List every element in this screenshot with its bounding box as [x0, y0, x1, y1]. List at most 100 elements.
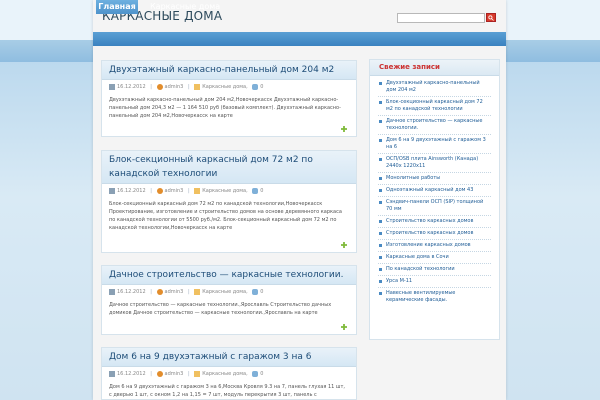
calendar-icon	[109, 187, 115, 194]
list-item: ОСП/OSB плита Ainsworth (Канада) 2440x 1…	[378, 154, 491, 173]
list-item: Строительство каркасных домов	[378, 228, 491, 240]
sidebar-recent-posts: Свежие записи Двухэтажный каркасно-панел…	[369, 59, 500, 340]
recent-post-link[interactable]: Двухэтажный каркасно-панельный дом 204 м…	[386, 80, 491, 94]
bullet-icon	[379, 139, 382, 142]
post-date: 16.12.2012	[109, 288, 146, 296]
post-author[interactable]: admin3	[156, 370, 183, 378]
recent-post-link[interactable]: ОСП/OSB плита Ainsworth (Канада) 2440x 1…	[386, 156, 491, 170]
bullet-icon	[379, 158, 382, 161]
bullet-icon	[379, 82, 382, 85]
post-title[interactable]: Дачное строительство — каркасные техноло…	[109, 268, 349, 282]
post-card: Блок-секционный каркасный дом 72 м2 по к…	[101, 150, 357, 253]
post-comments[interactable]: 0	[252, 288, 263, 296]
bullet-icon	[379, 189, 382, 192]
post-author[interactable]: admin3	[156, 187, 183, 195]
post-category[interactable]: Каркасные дома,	[194, 187, 248, 195]
comment-icon	[252, 187, 259, 194]
list-item: Блок-секционный каркасный дом 72 м2 по к…	[378, 97, 491, 116]
post-meta: 16.12.2012 | admin3 | Каркасные дома, 0	[102, 285, 356, 296]
post-date: 16.12.2012	[109, 187, 146, 195]
sidebar-heading: Свежие записи	[370, 60, 499, 76]
list-item: Двухэтажный каркасно-панельный дом 204 м…	[378, 78, 491, 97]
list-item: Одноэтажный каркасный дом 43	[378, 185, 491, 197]
post-header: Двухэтажный каркасно-панельный дом 204 м…	[102, 61, 356, 80]
recent-post-link[interactable]: Строительство каркасных домов	[386, 218, 491, 225]
post-excerpt: Дом 6 на 9 двухэтажный с гаражом 3 на 6,…	[109, 384, 345, 398]
post-meta: 16.12.2012 | admin3 | Каркасные дома, 0	[102, 80, 356, 91]
recent-post-link[interactable]: Блок-секционный каркасный дом 72 м2 по к…	[386, 99, 491, 113]
post-excerpt: Двухэтажный каркасно-панельный дом 204 м…	[109, 97, 341, 119]
post-category[interactable]: Каркасные дома,	[194, 370, 248, 378]
recent-post-link[interactable]: По канадской технологии	[386, 266, 491, 273]
folder-icon	[194, 187, 201, 194]
post-title[interactable]: Блок-секционный каркасный дом 72 м2 по к…	[109, 153, 349, 181]
recent-post-link[interactable]: Монолитные работы	[386, 175, 491, 182]
comment-icon	[252, 370, 259, 377]
post-category[interactable]: Каркасные дома,	[194, 83, 248, 91]
post-meta: 16.12.2012 | admin3 | Каркасные дома, 0	[102, 367, 356, 378]
list-item: Изготовление каркасных домов	[378, 240, 491, 252]
post-excerpt: Блок-секционный каркасный дом 72 м2 по к…	[109, 201, 342, 231]
post-date: 16.12.2012	[109, 83, 146, 91]
bullet-icon	[379, 244, 382, 247]
bullet-icon	[379, 177, 382, 180]
calendar-icon	[109, 83, 115, 90]
list-item: Дачное строительство — каркасные техноло…	[378, 116, 491, 135]
read-more-icon[interactable]	[341, 242, 347, 248]
user-icon	[156, 83, 163, 90]
post-comments[interactable]: 0	[252, 370, 263, 378]
list-item: Дом 6 на 9 двухэтажный с гаражом 3 на 6	[378, 135, 491, 154]
recent-post-link[interactable]: Строительство каркасных домов	[386, 230, 491, 237]
post-category[interactable]: Каркасные дома,	[194, 288, 248, 296]
recent-post-link[interactable]: Дачное строительство — каркасные техноло…	[386, 118, 491, 132]
folder-icon	[194, 370, 201, 377]
post-card: Дачное строительство — каркасные техноло…	[101, 265, 357, 335]
nav-item-frame-houses[interactable]: Каркасные дома	[150, 0, 220, 14]
recent-post-link[interactable]: Дом 6 на 9 двухэтажный с гаражом 3 на 6	[386, 137, 491, 151]
post-author[interactable]: admin3	[156, 288, 183, 296]
post-header: Дом 6 на 9 двухэтажный с гаражом 3 на 6	[102, 348, 356, 367]
folder-icon	[194, 83, 201, 90]
bullet-icon	[379, 101, 382, 104]
list-item: Урса М-11	[378, 276, 491, 288]
recent-post-link[interactable]: Сэндвич-панели ОСП (SIP) толщиной 70 мм	[386, 199, 491, 213]
list-item: Каркасные дома в Сочи	[378, 252, 491, 264]
read-more-icon[interactable]	[341, 126, 347, 132]
recent-post-link[interactable]: Одноэтажный каркасный дом 43	[386, 187, 491, 194]
post-title[interactable]: Двухэтажный каркасно-панельный дом 204 м…	[109, 63, 349, 77]
post-comments[interactable]: 0	[252, 83, 263, 91]
post-meta: 16.12.2012 | admin3 | Каркасные дома, 0	[102, 184, 356, 195]
list-item: Сэндвич-панели ОСП (SIP) толщиной 70 мм	[378, 197, 491, 216]
bullet-icon	[379, 256, 382, 259]
list-item: Строительство каркасных домов	[378, 216, 491, 228]
read-more-icon[interactable]	[341, 324, 347, 330]
recent-post-link[interactable]: Навесные вентилируемые керамические фаса…	[386, 290, 491, 304]
list-item: По канадской технологии	[378, 264, 491, 276]
calendar-icon	[109, 288, 115, 295]
list-item: Навесные вентилируемые керамические фаса…	[378, 288, 491, 306]
post-title[interactable]: Дом 6 на 9 двухэтажный с гаражом 3 на 6	[109, 350, 349, 364]
bullet-icon	[379, 280, 382, 283]
main-nav	[93, 32, 506, 46]
post-excerpt: Дачное строительство — каркасные техноло…	[109, 302, 332, 316]
post-comments[interactable]: 0	[252, 187, 263, 195]
post-card: Дом 6 на 9 двухэтажный с гаражом 3 на 6 …	[101, 347, 357, 400]
post-author[interactable]: admin3	[156, 83, 183, 91]
user-icon	[156, 187, 163, 194]
bullet-icon	[379, 120, 382, 123]
recent-post-link[interactable]: Изготовление каркасных домов	[386, 242, 491, 249]
recent-post-link[interactable]: Каркасные дома в Сочи	[386, 254, 491, 261]
post-header: Дачное строительство — каркасные техноло…	[102, 266, 356, 285]
list-item: Монолитные работы	[378, 173, 491, 185]
bullet-icon	[379, 268, 382, 271]
search-input[interactable]	[397, 13, 485, 23]
folder-icon	[194, 288, 201, 295]
recent-post-link[interactable]: Урса М-11	[386, 278, 491, 285]
nav-item-home[interactable]: Главная	[96, 0, 138, 14]
user-icon	[156, 288, 163, 295]
post-card: Двухэтажный каркасно-панельный дом 204 м…	[101, 60, 357, 137]
calendar-icon	[109, 370, 115, 377]
search-button[interactable]	[486, 13, 496, 22]
post-header: Блок-секционный каркасный дом 72 м2 по к…	[102, 151, 356, 184]
comment-icon	[252, 83, 259, 90]
